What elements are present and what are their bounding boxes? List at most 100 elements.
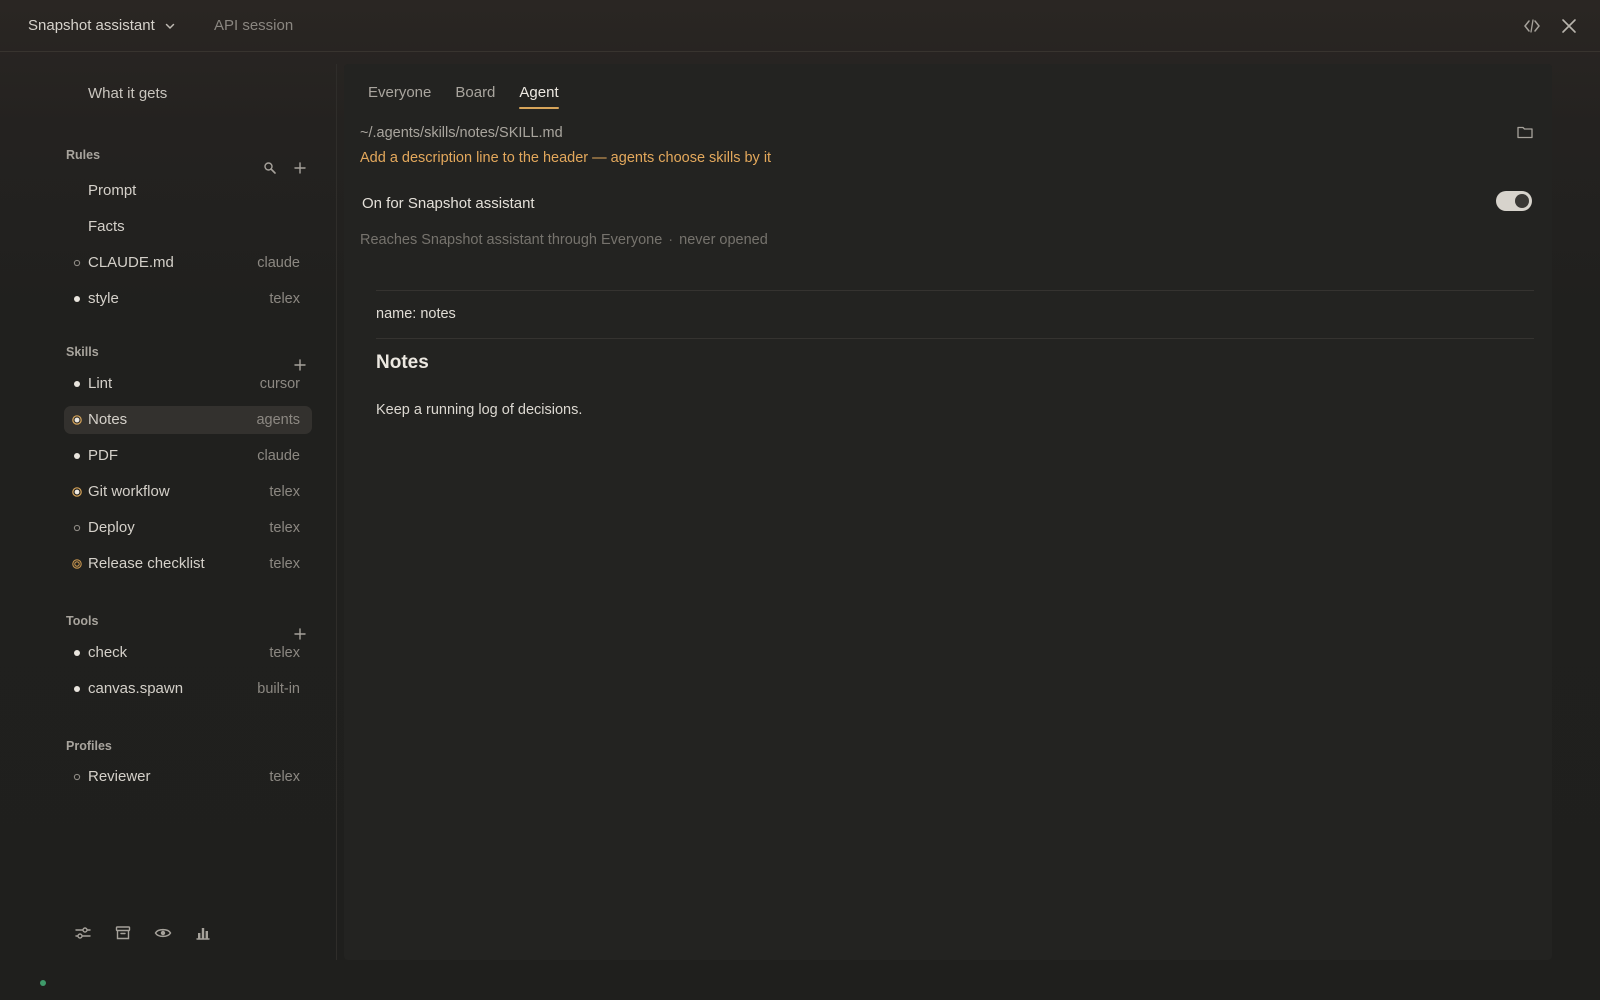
sliders-icon[interactable] [74,924,92,942]
connection-status-indicator [40,980,46,986]
status-indicator [72,523,82,533]
sidebar-item-skills[interactable]: PDF claude [64,442,312,470]
tab-agent[interactable]: Agent [519,84,559,109]
item-label: CLAUDE.md [88,254,174,271]
status-indicator [72,222,82,232]
status-indicator [72,415,82,425]
sidebar-divider [336,64,337,960]
status-ringed-dot-icon [72,415,82,425]
reach-text: Reaches Snapshot assistant through Every… [360,232,663,248]
item-label: Notes [88,411,128,428]
item-label: Reviewer [88,768,151,785]
eye-icon[interactable] [154,924,172,942]
item-label: Git workflow [88,483,170,500]
item-source-tag: telex [269,291,300,307]
skills-section-title: Skills [66,345,99,359]
folder-icon[interactable] [1516,124,1534,140]
item-source-tag: claude [257,255,300,271]
sidebar-item-skills[interactable]: Lint cursor [64,370,312,398]
status-filled-dot-icon [74,453,80,459]
rules-section-tools [262,160,308,176]
status-indicator [72,379,82,389]
sidebar: What it gets Rules Prompt Facts CLAUDE.md c… [0,52,336,1000]
status-hollow-dot-icon [73,773,81,781]
item-label: Lint [88,375,113,392]
search-icon[interactable] [262,160,278,176]
status-filled-dot-icon [74,686,80,692]
item-source-tag: built-in [257,681,300,697]
frontmatter-divider-top [376,290,1534,291]
status-ringed-dot-icon [72,487,82,497]
item-label: PDF [88,447,118,464]
tab-board[interactable]: Board [455,84,495,107]
sidebar-item-skills[interactable]: Deploy telex [64,514,312,542]
code-icon[interactable] [1522,16,1542,36]
sidebar-item-skills[interactable]: Notes agents [64,406,312,434]
status-indicator [72,648,82,658]
status-hollow-dot-icon [73,524,81,532]
description-hint-link[interactable]: Add a description line to the header — a… [360,150,771,166]
status-filled-dot-icon [74,296,80,302]
reach-info: Reaches Snapshot assistant through Every… [360,232,768,248]
skill-detail-panel: Everyone Board Agent ~/.agents/skills/note… [344,64,1552,960]
assistant-selector[interactable]: Snapshot assistant [28,17,175,34]
item-label: Release checklist [88,555,205,572]
status-indicator [72,487,82,497]
item-label: check [88,644,128,661]
sidebar-item-rules[interactable]: CLAUDE.md claude [64,249,312,277]
status-indicator [72,186,82,196]
status-indicator [72,258,82,268]
sidebar-item-skills[interactable]: Git workflow telex [64,478,312,506]
sidebar-item-rules[interactable]: Facts [64,213,312,241]
item-source-tag: telex [269,484,300,500]
status-filled-dot-icon [74,381,80,387]
item-label: Prompt [88,182,137,199]
toggle-label: On for Snapshot assistant [362,195,535,212]
scope-tabs: Everyone Board Agent [368,84,559,109]
sidebar-item-tools[interactable]: check telex [64,639,312,667]
what-it-gets-link[interactable]: What it gets [88,85,167,102]
assistant-name: Snapshot assistant [28,17,155,34]
sidebar-item-profiles[interactable]: Reviewer telex [64,763,312,791]
status-indicator [72,684,82,694]
status-amber-ring-icon [72,559,82,569]
chart-icon[interactable] [194,924,212,942]
chevron-down-icon [165,23,174,29]
sidebar-item-rules[interactable]: style telex [64,285,312,313]
close-icon[interactable] [1559,16,1579,36]
item-source-tag: telex [269,645,300,661]
item-source-tag: telex [269,520,300,536]
item-label: Deploy [88,519,135,536]
reach-separator: · [668,232,674,248]
item-source-tag: telex [269,556,300,572]
sidebar-item-rules[interactable]: Prompt [64,177,312,205]
tab-everyone[interactable]: Everyone [368,84,431,107]
frontmatter-divider-bottom [376,338,1534,339]
item-source-tag: cursor [259,376,300,392]
sidebar-bottom-toolbar [74,924,212,942]
document-body: Keep a running log of decisions. [376,402,583,418]
skill-file-path[interactable]: ~/.agents/skills/notes/SKILL.md [360,125,563,141]
document-heading: Notes [376,352,429,373]
status-indicator [72,772,82,782]
item-label: style [88,290,119,307]
top-bar: Snapshot assistant API session [0,0,1600,52]
enable-toggle[interactable] [1496,191,1532,211]
session-label[interactable]: API session [214,17,293,34]
sidebar-item-skills[interactable]: Release checklist telex [64,550,312,578]
item-source-tag: agents [256,412,300,428]
add-rule-icon[interactable] [292,160,308,176]
reach-status: never opened [679,232,768,248]
status-hollow-dot-icon [73,259,81,267]
status-indicator [72,294,82,304]
tools-section-title: Tools [66,614,99,628]
status-filled-dot-icon [74,650,80,656]
item-source-tag: telex [269,769,300,785]
item-label: canvas.spawn [88,680,184,697]
sidebar-item-tools[interactable]: canvas.spawn built-in [64,675,312,703]
status-indicator [72,451,82,461]
item-label: Facts [88,218,125,235]
archive-icon[interactable] [114,924,132,942]
rules-section-title: Rules [66,148,101,162]
frontmatter-name: name: notes [376,306,456,322]
